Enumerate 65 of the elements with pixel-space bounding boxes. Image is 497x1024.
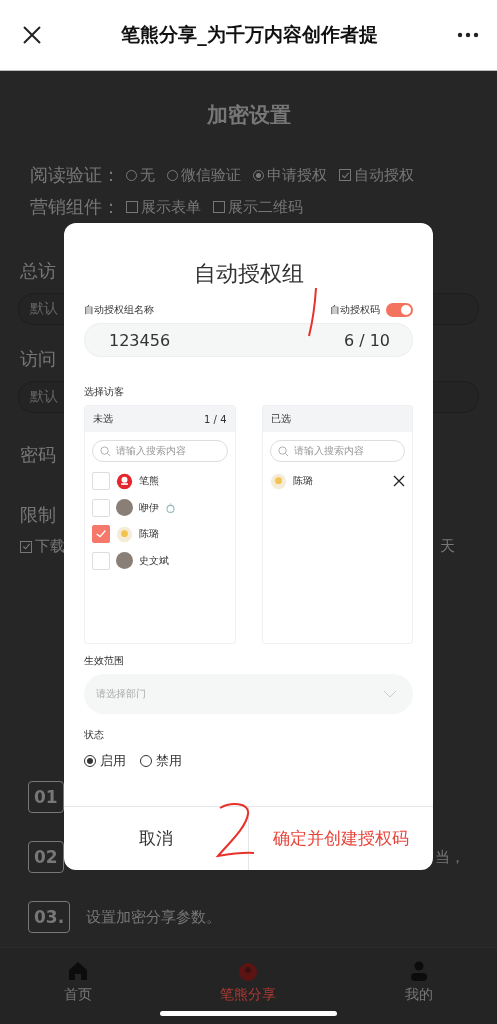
- field-label: 阅读验证：: [30, 163, 120, 187]
- tab-item[interactable]: 首页: [58, 948, 99, 1024]
- option-label: 启用: [100, 752, 126, 770]
- field-label: 生效范围: [84, 654, 125, 668]
- option-label: 无: [140, 165, 155, 185]
- option-label: 自动授权: [354, 165, 414, 185]
- checkbox[interactable]: [339, 169, 351, 181]
- tab-item[interactable]: 我的: [398, 948, 439, 1024]
- check-icon: [21, 542, 31, 551]
- dropdown-field[interactable]: 请选择部门: [84, 674, 413, 714]
- visitor-name: 笔熊: [139, 474, 159, 489]
- tab-item[interactable]: 笔熊分享: [214, 948, 283, 1024]
- toggle-switch[interactable]: [386, 303, 413, 317]
- more-icon[interactable]: [457, 32, 479, 38]
- step-text: 当，: [435, 847, 465, 867]
- step-badge: 02: [28, 841, 64, 873]
- chevron-down-icon: [383, 689, 397, 699]
- bear-logo-icon: [237, 960, 260, 982]
- field-label: 选择访客: [84, 385, 125, 399]
- confirm-button[interactable]: 确定并创建授权码: [249, 807, 433, 870]
- remove-icon[interactable]: [393, 475, 405, 488]
- search-icon: [277, 445, 289, 457]
- page-title: 笔熊分享_为千万内容创作者提: [120, 22, 379, 48]
- step-badge: 01: [28, 781, 64, 813]
- flower-avatar: [116, 525, 133, 543]
- visitor-name: 咿伊: [139, 500, 159, 515]
- avatar-placeholder: [116, 499, 133, 517]
- field-label: 限制: [20, 503, 56, 527]
- option-label: 微信验证: [181, 165, 241, 185]
- field-label: 总访: [20, 259, 56, 283]
- close-icon[interactable]: [22, 25, 42, 45]
- section-title: 加密设置: [205, 102, 292, 129]
- toggle-label: 自动授权码: [330, 303, 380, 317]
- days-text: 天: [440, 537, 455, 556]
- flower-avatar: [269, 472, 287, 490]
- dialog-title: 自动授权组: [192, 260, 305, 288]
- option-label: 申请授权: [267, 165, 327, 185]
- option-label: 展示二维码: [228, 197, 303, 217]
- visitor-name: 史文斌: [139, 553, 169, 568]
- option-label: 禁用: [156, 752, 182, 770]
- checkbox[interactable]: [92, 525, 110, 544]
- field-label: 营销组件：: [30, 195, 120, 219]
- avatar-placeholder: [116, 552, 133, 570]
- field-label: 访问: [20, 347, 56, 371]
- checkbox[interactable]: [126, 201, 138, 213]
- home-icon: [67, 960, 90, 982]
- visitor-name: 陈璐: [292, 474, 313, 489]
- handwritten-mark: [306, 286, 320, 338]
- panel-header: 未选 1 / 4: [85, 406, 235, 432]
- cancel-button[interactable]: 取消: [64, 807, 249, 870]
- field-label: 自动授权组名称: [84, 303, 154, 317]
- visitor-name: 陈璐: [139, 527, 159, 542]
- check-icon: [340, 170, 350, 180]
- step-text: 设置加密分享参数。: [86, 907, 222, 927]
- field-label: 密码: [20, 443, 56, 467]
- checkbox[interactable]: [213, 201, 225, 213]
- option-label: 下载: [35, 537, 65, 556]
- option-label: 展示表单: [141, 197, 201, 217]
- logo-avatar: [116, 472, 133, 490]
- panel-header: 已选: [262, 406, 412, 432]
- input-field[interactable]: 123456 6 / 10: [84, 323, 413, 357]
- field-label: 状态: [84, 728, 105, 742]
- search-icon: [100, 445, 111, 457]
- checkbox[interactable]: [20, 540, 32, 553]
- step-badge: 03.: [28, 901, 71, 933]
